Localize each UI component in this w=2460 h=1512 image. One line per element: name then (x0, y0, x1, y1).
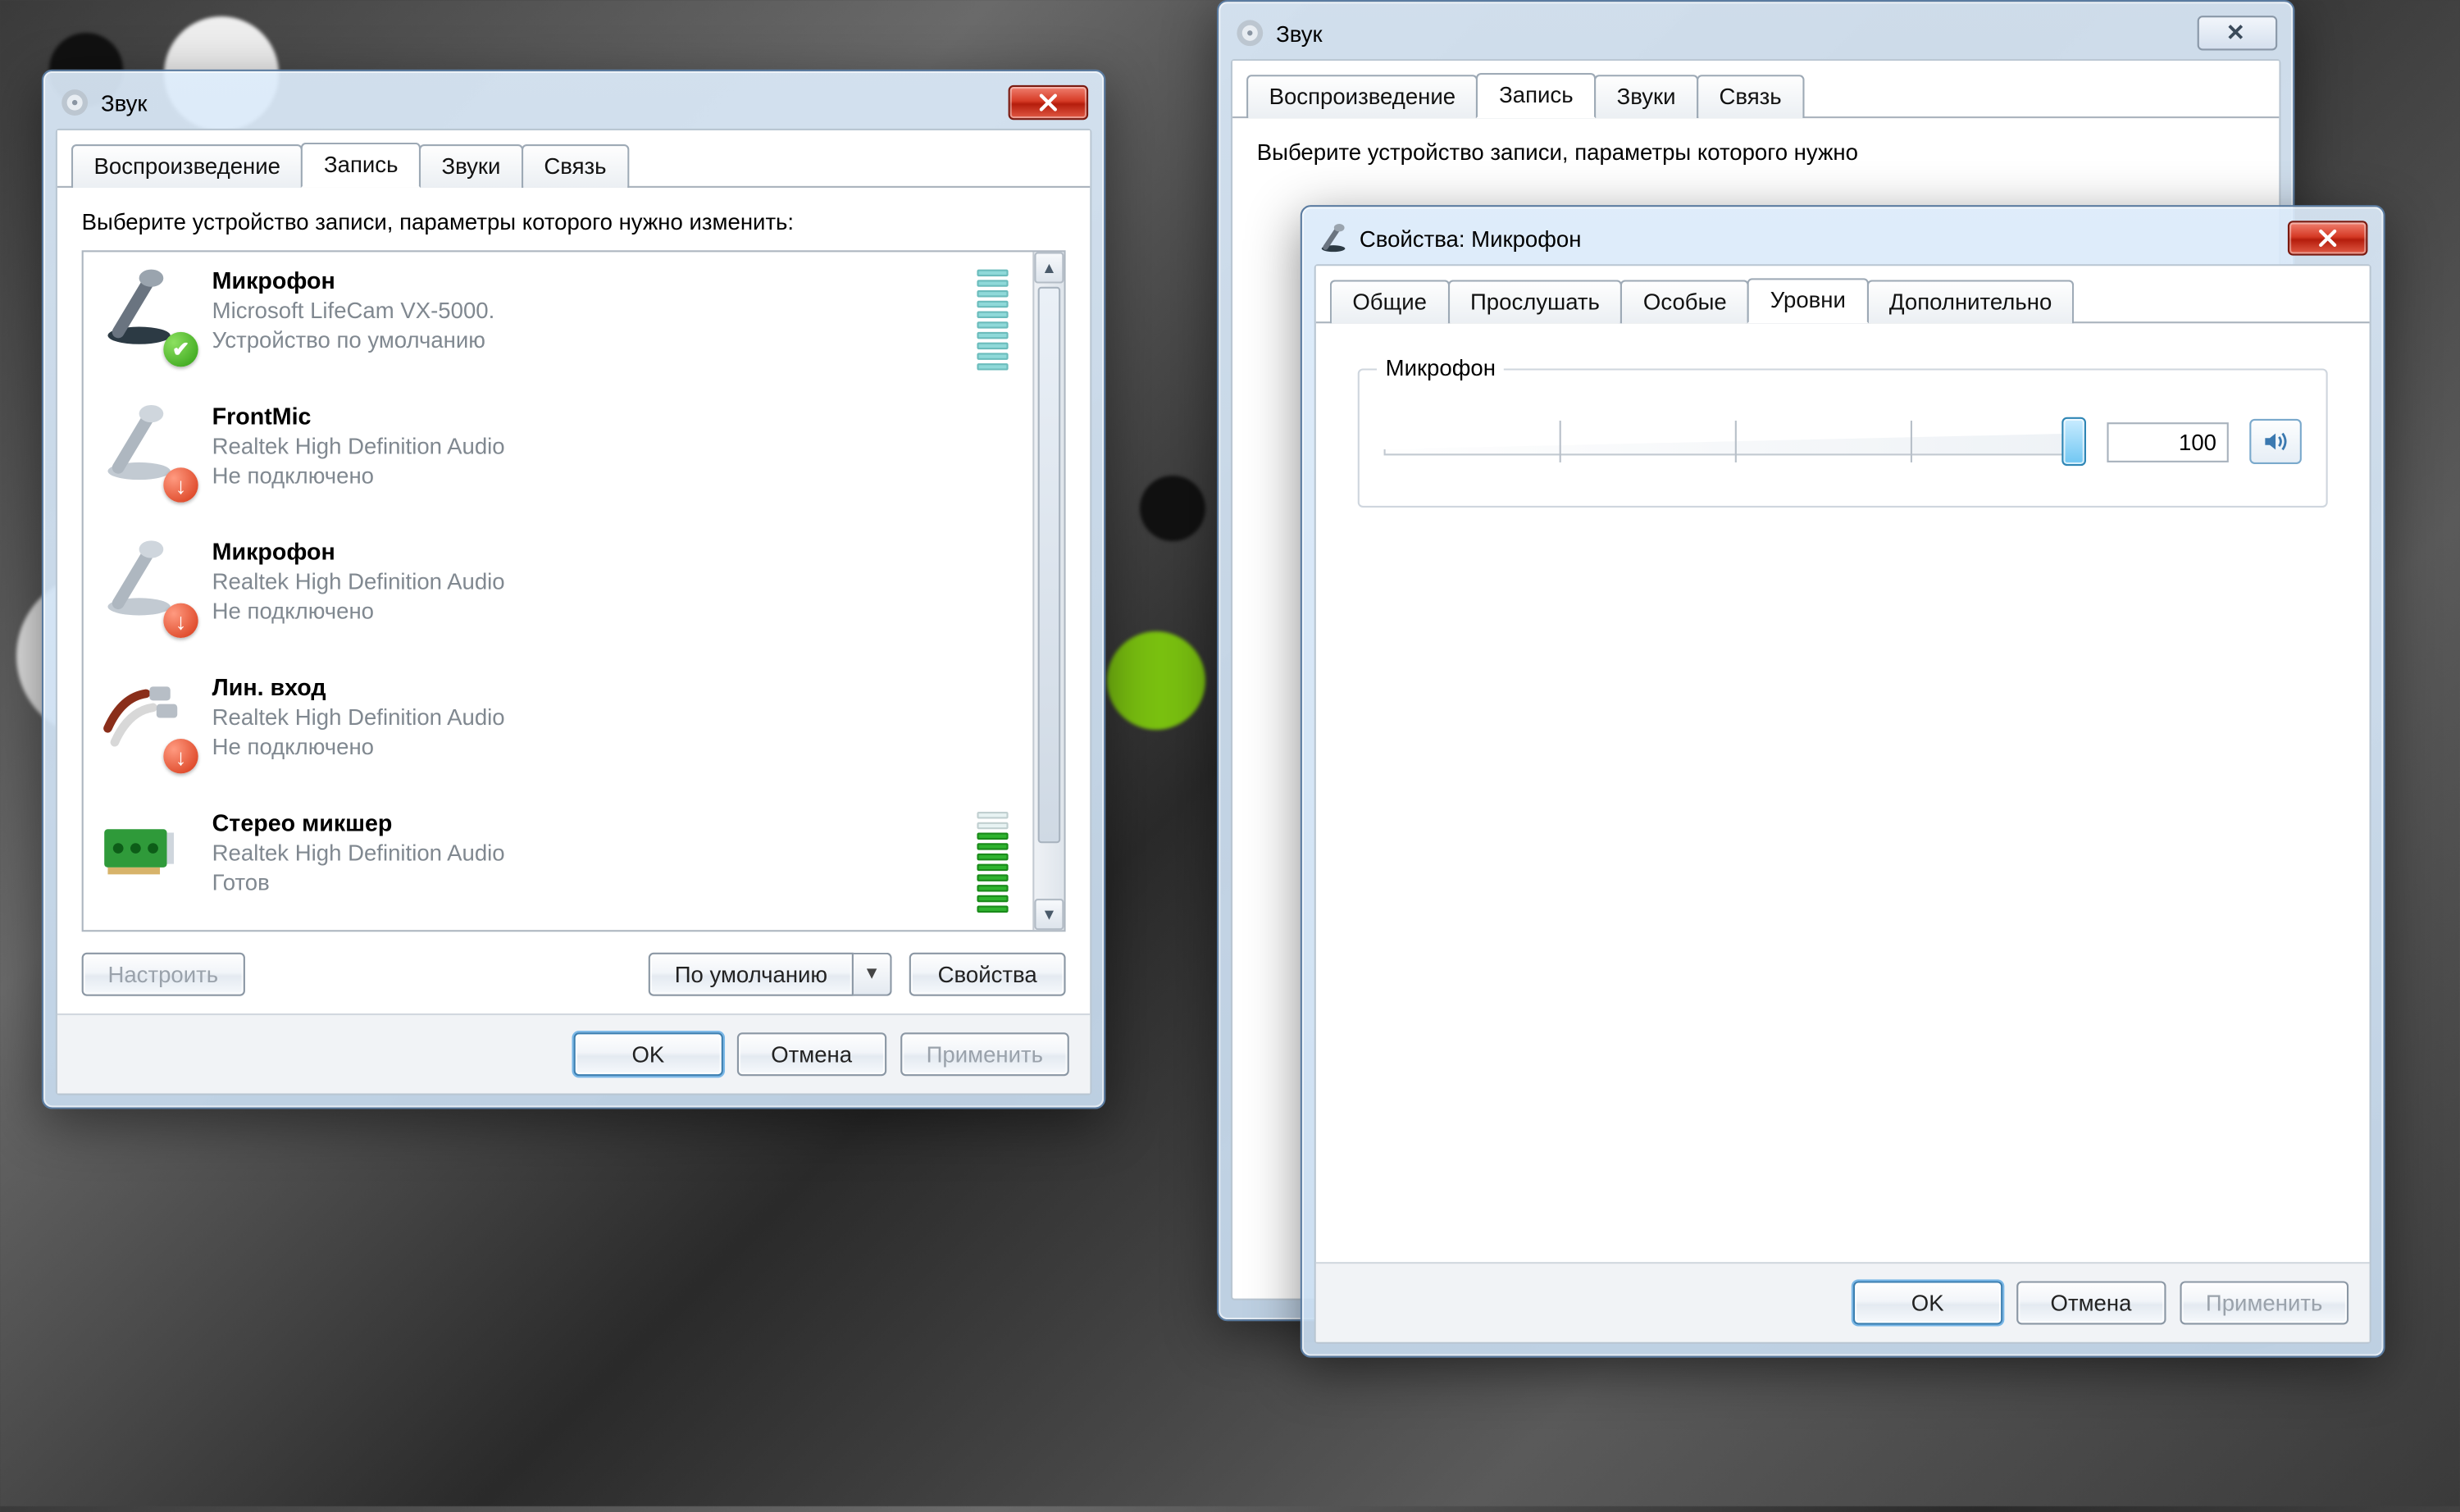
device-status: Не подключено (212, 733, 1015, 763)
set-default-dropdown[interactable]: ▼ (854, 953, 892, 996)
group-label: Микрофон (1377, 354, 1504, 380)
cancel-button[interactable]: Отмена (2016, 1281, 2166, 1324)
close-button[interactable]: ✕ (2198, 16, 2278, 50)
microphone-icon (98, 266, 195, 364)
scrollbar[interactable]: ▲ ▼ (1032, 253, 1064, 931)
dialog-client: Воспроизведение Запись Звуки Связь Выбер… (56, 129, 1092, 1095)
tab-recording[interactable]: Запись (301, 143, 421, 188)
mic-properties-dialog: Свойства: Микрофон Общие Прослушать Особ… (1301, 205, 2385, 1358)
configure-button[interactable]: Настроить (82, 953, 244, 996)
scroll-thumb[interactable] (1038, 287, 1061, 843)
device-item[interactable]: Стерео микшер Realtek High Definition Au… (84, 795, 1033, 930)
device-vendor: Realtek High Definition Audio (212, 704, 1015, 733)
window-title: Свойства: Микрофон (1360, 225, 2288, 252)
set-default-button[interactable]: По умолчанию (649, 953, 854, 996)
device-item[interactable]: Микрофон Realtek High Definition Audio Н… (84, 524, 1033, 659)
apply-button[interactable]: Применить (900, 1033, 1069, 1077)
device-status: Не подключено (212, 598, 1015, 627)
titlebar[interactable]: Свойства: Микрофон (1314, 219, 2371, 264)
device-status: Готов (212, 868, 960, 898)
device-vendor: Microsoft LifeCam VX-5000. (212, 297, 960, 326)
unplugged-badge-icon (163, 468, 198, 503)
unplugged-badge-icon (163, 603, 198, 638)
device-list: Микрофон Microsoft LifeCam VX-5000. Устр… (82, 251, 1066, 932)
tab-strip: Воспроизведение Запись Звуки Связь (1232, 61, 2279, 118)
level-meter (977, 813, 1008, 913)
close-button[interactable] (1009, 85, 1089, 120)
device-vendor: Realtek High Definition Audio (212, 840, 960, 869)
tab-listen[interactable]: Прослушать (1447, 280, 1622, 323)
scroll-down-button[interactable]: ▼ (1034, 899, 1064, 931)
apply-button[interactable]: Применить (2180, 1281, 2348, 1324)
default-badge-icon (163, 332, 198, 367)
tab-playback[interactable]: Воспроизведение (71, 144, 303, 188)
microphone-icon (1318, 222, 1349, 253)
sound-icon (59, 87, 90, 118)
tab-recording[interactable]: Запись (1477, 73, 1597, 118)
tab-playback[interactable]: Воспроизведение (1246, 75, 1478, 118)
device-item[interactable]: Лин. вход Realtek High Definition Audio … (84, 659, 1033, 795)
device-status: Не подключено (212, 462, 1015, 491)
tab-levels[interactable]: Уровни (1747, 278, 1868, 323)
device-vendor: Realtek High Definition Audio (212, 568, 1015, 598)
set-default-split-button[interactable]: По умолчанию ▼ (649, 953, 892, 996)
tab-strip: Воспроизведение Запись Звуки Связь (57, 130, 1090, 188)
properties-button[interactable]: Свойства (909, 953, 1066, 996)
device-vendor: Realtek High Definition Audio (212, 432, 1015, 462)
tab-advanced[interactable]: Дополнительно (1866, 280, 2075, 323)
unplugged-badge-icon (163, 740, 198, 774)
sound-icon (1234, 17, 1265, 48)
device-name: Микрофон (212, 538, 1015, 568)
ok-button[interactable]: OK (573, 1033, 722, 1077)
cancel-button[interactable]: Отмена (737, 1033, 886, 1077)
sound-card-icon (98, 808, 195, 906)
level-value-input[interactable] (2107, 421, 2228, 462)
level-slider[interactable] (1384, 421, 2086, 462)
speaker-icon (2262, 428, 2289, 456)
window-title: Звук (1276, 20, 2198, 46)
tab-strip: Общие Прослушать Особые Уровни Дополните… (1316, 266, 2370, 323)
device-name: FrontMic (212, 402, 1015, 432)
device-name: Микрофон (212, 266, 960, 297)
scroll-up-button[interactable]: ▲ (1034, 253, 1064, 284)
mute-button[interactable] (2249, 419, 2302, 464)
device-name: Стерео микшер (212, 808, 960, 839)
device-item[interactable]: FrontMic Realtek High Definition Audio Н… (84, 388, 1033, 523)
window-title: Звук (101, 89, 1009, 116)
device-status: Устройство по умолчанию (212, 326, 960, 356)
tab-custom[interactable]: Особые (1620, 280, 1749, 323)
close-button[interactable] (2288, 221, 2368, 255)
tab-sounds[interactable]: Звуки (1594, 75, 1698, 118)
microphone-level-group: Микрофон (1358, 368, 2328, 508)
slider-thumb[interactable] (2061, 417, 2086, 466)
tab-communications[interactable]: Связь (522, 144, 629, 188)
prompt-text: Выберите устройство записи, параметры ко… (1257, 139, 2255, 167)
ok-button[interactable]: OK (1853, 1281, 2002, 1324)
line-in-icon (98, 673, 195, 771)
titlebar[interactable]: Звук ✕ (1231, 14, 2280, 59)
level-meter (977, 270, 1008, 371)
device-name: Лин. вход (212, 673, 1015, 704)
prompt-text: Выберите устройство записи, параметры ко… (82, 208, 1066, 236)
titlebar[interactable]: Звук (56, 84, 1092, 129)
tab-sounds[interactable]: Звуки (419, 144, 523, 188)
tab-communications[interactable]: Связь (1697, 75, 1804, 118)
tab-general[interactable]: Общие (1330, 280, 1450, 323)
microphone-icon (98, 402, 195, 499)
sound-dialog: Звук Воспроизведение Запись Звуки Связь … (42, 70, 1105, 1109)
microphone-icon (98, 538, 195, 635)
device-item[interactable]: Микрофон Microsoft LifeCam VX-5000. Устр… (84, 253, 1033, 388)
